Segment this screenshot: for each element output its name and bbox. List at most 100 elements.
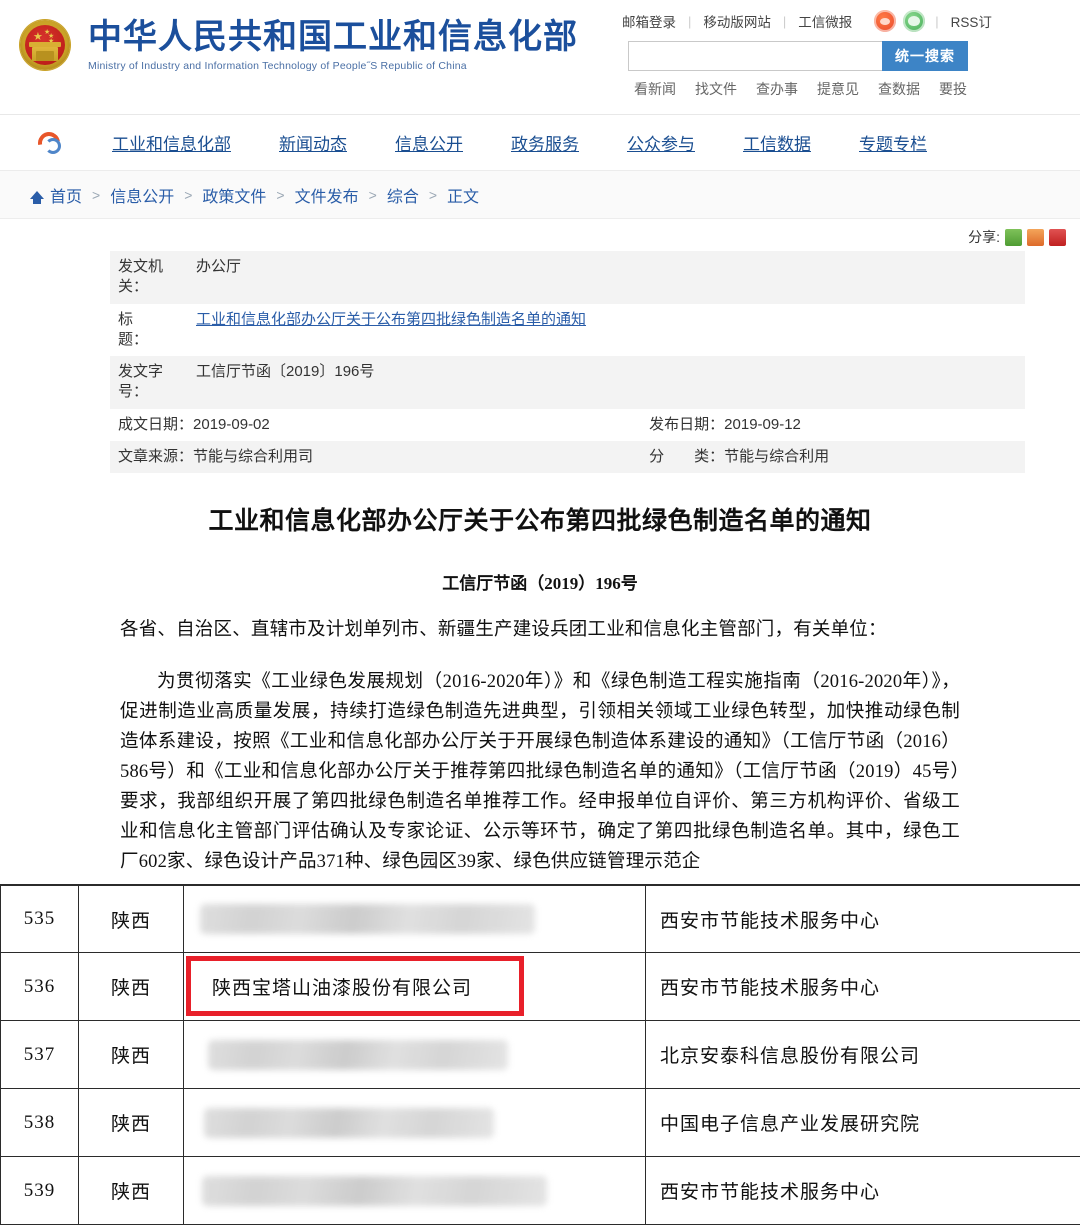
meta-row-docnum: 发文字 号： 工信厅节函〔2019〕196号 bbox=[110, 356, 1025, 409]
quick-link-feedback[interactable]: 提意见 bbox=[817, 79, 859, 99]
meta-label-written: 成文日期： bbox=[118, 416, 193, 433]
row-province: 陕西 bbox=[79, 1089, 184, 1157]
row-company-name bbox=[184, 1089, 646, 1157]
meta-value-title[interactable]: 工业和信息化部办公厅关于公布第四批绿色制造名单的通知 bbox=[196, 311, 586, 328]
wechat-icon[interactable] bbox=[903, 10, 925, 32]
search-button[interactable]: 统一搜索 bbox=[882, 41, 968, 71]
row-number: 538 bbox=[1, 1089, 79, 1157]
brand-title-en: Ministry of Industry and Information Tec… bbox=[88, 60, 578, 72]
meta-label-published: 发布日期： bbox=[649, 416, 724, 433]
row-company-name bbox=[184, 1021, 646, 1089]
main-navigation: 工业和信息化部 新闻动态 信息公开 政务服务 公众参与 工信数据 专题专栏 bbox=[0, 115, 1080, 171]
top-link-mobile[interactable]: 移动版网站 bbox=[691, 11, 783, 31]
quick-link-complaint[interactable]: 要投 bbox=[939, 79, 967, 99]
row-province: 陕西 bbox=[79, 1021, 184, 1089]
table-row[interactable]: 539 陕西 西安市节能技术服务中心 bbox=[1, 1157, 1080, 1225]
nav-item-miit[interactable]: 工业和信息化部 bbox=[88, 130, 255, 155]
row-company-name-highlighted: 陕西宝塔山油漆股份有限公司 bbox=[184, 953, 646, 1021]
meta-row-issuer: 发文机 关： 办公厅 bbox=[110, 251, 1025, 304]
quick-link-services[interactable]: 查办事 bbox=[756, 79, 798, 99]
breadcrumb-item-home[interactable]: 首页 bbox=[50, 183, 82, 207]
meta-row-dates: 成文日期：2019-09-02 发布日期：2019-09-12 bbox=[110, 409, 1025, 441]
top-link-weibao[interactable]: 工信微报 bbox=[786, 11, 864, 31]
breadcrumb-separator: > bbox=[369, 187, 377, 203]
miit-swirl-icon bbox=[36, 130, 62, 156]
header-right-panel: 邮箱登录 | 移动版网站 | 工信微报 | RSS订 统一搜索 看新闻 找文件 … bbox=[610, 10, 1080, 99]
row-number: 539 bbox=[1, 1157, 79, 1225]
row-number: 535 bbox=[1, 885, 79, 953]
quick-link-data[interactable]: 查数据 bbox=[878, 79, 920, 99]
nav-item-topics[interactable]: 专题专栏 bbox=[835, 130, 951, 155]
brand-title-cn: 中华人民共和国工业和信息化部 bbox=[88, 18, 578, 57]
meta-value-category: 节能与综合利用 bbox=[724, 448, 829, 465]
nav-item-participation[interactable]: 公众参与 bbox=[603, 130, 719, 155]
meta-value-published: 2019-09-12 bbox=[724, 416, 801, 433]
row-number: 537 bbox=[1, 1021, 79, 1089]
row-province: 陕西 bbox=[79, 953, 184, 1021]
share-label: 分享: bbox=[968, 227, 1000, 247]
page-title: 工业和信息化部办公厅关于公布第四批绿色制造名单的通知 bbox=[8, 501, 1072, 537]
site-header: ★★ ★★ ★ 中华人民共和国工业和信息化部 Ministry of Indus… bbox=[0, 0, 1080, 115]
meta-value-source: 节能与综合利用司 bbox=[193, 448, 313, 465]
home-icon bbox=[30, 191, 44, 199]
row-organization: 西安市节能技术服务中心 bbox=[646, 885, 1080, 953]
meta-label-category: 分 类： bbox=[649, 448, 724, 465]
table-row[interactable]: 535 陕西 西安市节能技术服务中心 bbox=[1, 885, 1080, 953]
breadcrumb-item-release[interactable]: 文件发布 bbox=[295, 183, 359, 207]
top-link-rss[interactable]: RSS订 bbox=[939, 11, 1004, 31]
quick-links: 看新闻 找文件 查办事 提意见 查数据 要投 bbox=[634, 79, 1080, 99]
table-row[interactable]: 536 陕西 陕西宝塔山油漆股份有限公司 西安市节能技术服务中心 bbox=[1, 953, 1080, 1021]
meta-label-title: 标 题： bbox=[110, 304, 188, 357]
nav-item-news[interactable]: 新闻动态 bbox=[255, 130, 371, 155]
meta-label-docnum: 发文字 号： bbox=[110, 356, 188, 409]
pdf-share-icon[interactable] bbox=[1049, 229, 1066, 246]
site-brand[interactable]: ★★ ★★ ★ 中华人民共和国工业和信息化部 Ministry of Indus… bbox=[16, 14, 578, 76]
meta-row-title: 标 题： 工业和信息化部办公厅关于公布第四批绿色制造名单的通知 bbox=[110, 304, 1025, 357]
row-company-name bbox=[184, 885, 646, 953]
national-emblem-icon: ★★ ★★ ★ bbox=[16, 14, 74, 76]
row-province: 陕西 bbox=[79, 885, 184, 953]
nav-item-disclosure[interactable]: 信息公开 bbox=[371, 130, 487, 155]
search-input[interactable] bbox=[628, 41, 882, 71]
meta-value-docnum: 工信厅节函〔2019〕196号 bbox=[188, 356, 1025, 409]
green-manufacturing-list-table: 535 陕西 西安市节能技术服务中心 536 陕西 陕西宝塔山油漆股份有限公司 … bbox=[0, 884, 1080, 1225]
breadcrumb-item-text[interactable]: 正文 bbox=[447, 183, 479, 207]
wechat-share-icon[interactable] bbox=[1005, 229, 1022, 246]
quick-link-news[interactable]: 看新闻 bbox=[634, 79, 676, 99]
weibo-share-icon[interactable] bbox=[1027, 229, 1044, 246]
document-paragraph: 为贯彻落实《工业绿色发展规划（2016-2020年）》和《绿色制造工程实施指南（… bbox=[8, 668, 1072, 878]
meta-value-issuer: 办公厅 bbox=[188, 251, 1025, 304]
document-metadata: 发文机 关： 办公厅 标 题： 工业和信息化部办公厅关于公布第四批绿色制造名单的… bbox=[0, 251, 1080, 473]
meta-label-issuer: 发文机 关： bbox=[110, 251, 188, 304]
meta-row-source: 文章来源：节能与综合利用司 分 类：节能与综合利用 bbox=[110, 441, 1025, 473]
row-organization: 北京安泰科信息股份有限公司 bbox=[646, 1021, 1080, 1089]
breadcrumb: 首页 > 信息公开 > 政策文件 > 文件发布 > 综合 > 正文 bbox=[0, 171, 1080, 219]
redacted-text bbox=[202, 1176, 547, 1206]
table-row[interactable]: 537 陕西 北京安泰科信息股份有限公司 bbox=[1, 1021, 1080, 1089]
document-body: 工业和信息化部办公厅关于公布第四批绿色制造名单的通知 工信厅节函（2019）19… bbox=[0, 473, 1080, 878]
top-utility-links: 邮箱登录 | 移动版网站 | 工信微报 | RSS订 bbox=[610, 10, 1080, 32]
meta-label-source: 文章来源： bbox=[118, 448, 193, 465]
nav-item-data[interactable]: 工信数据 bbox=[719, 130, 835, 155]
quick-link-files[interactable]: 找文件 bbox=[695, 79, 737, 99]
breadcrumb-item-general[interactable]: 综合 bbox=[387, 183, 419, 207]
document-salutation: 各省、自治区、直辖市及计划单列市、新疆生产建设兵团工业和信息化主管部门，有关单位… bbox=[8, 616, 1072, 646]
breadcrumb-separator: > bbox=[429, 187, 437, 203]
nav-item-services[interactable]: 政务服务 bbox=[487, 130, 603, 155]
row-organization: 西安市节能技术服务中心 bbox=[646, 953, 1080, 1021]
row-organization: 中国电子信息产业发展研究院 bbox=[646, 1089, 1080, 1157]
table-row[interactable]: 538 陕西 中国电子信息产业发展研究院 bbox=[1, 1089, 1080, 1157]
social-icon-group bbox=[874, 10, 925, 32]
search-bar[interactable]: 统一搜索 bbox=[628, 41, 968, 71]
document-number: 工信厅节函（2019）196号 bbox=[8, 569, 1072, 594]
breadcrumb-item-disclosure[interactable]: 信息公开 bbox=[110, 183, 174, 207]
breadcrumb-separator: > bbox=[92, 187, 100, 203]
row-company-name bbox=[184, 1157, 646, 1225]
top-link-mail[interactable]: 邮箱登录 bbox=[610, 11, 688, 31]
weibo-icon[interactable] bbox=[874, 10, 896, 32]
share-bar: 分享: bbox=[0, 219, 1080, 251]
redacted-text bbox=[208, 1040, 508, 1070]
breadcrumb-item-policy[interactable]: 政策文件 bbox=[202, 183, 266, 207]
meta-value-written: 2019-09-02 bbox=[193, 416, 270, 433]
row-organization: 西安市节能技术服务中心 bbox=[646, 1157, 1080, 1225]
